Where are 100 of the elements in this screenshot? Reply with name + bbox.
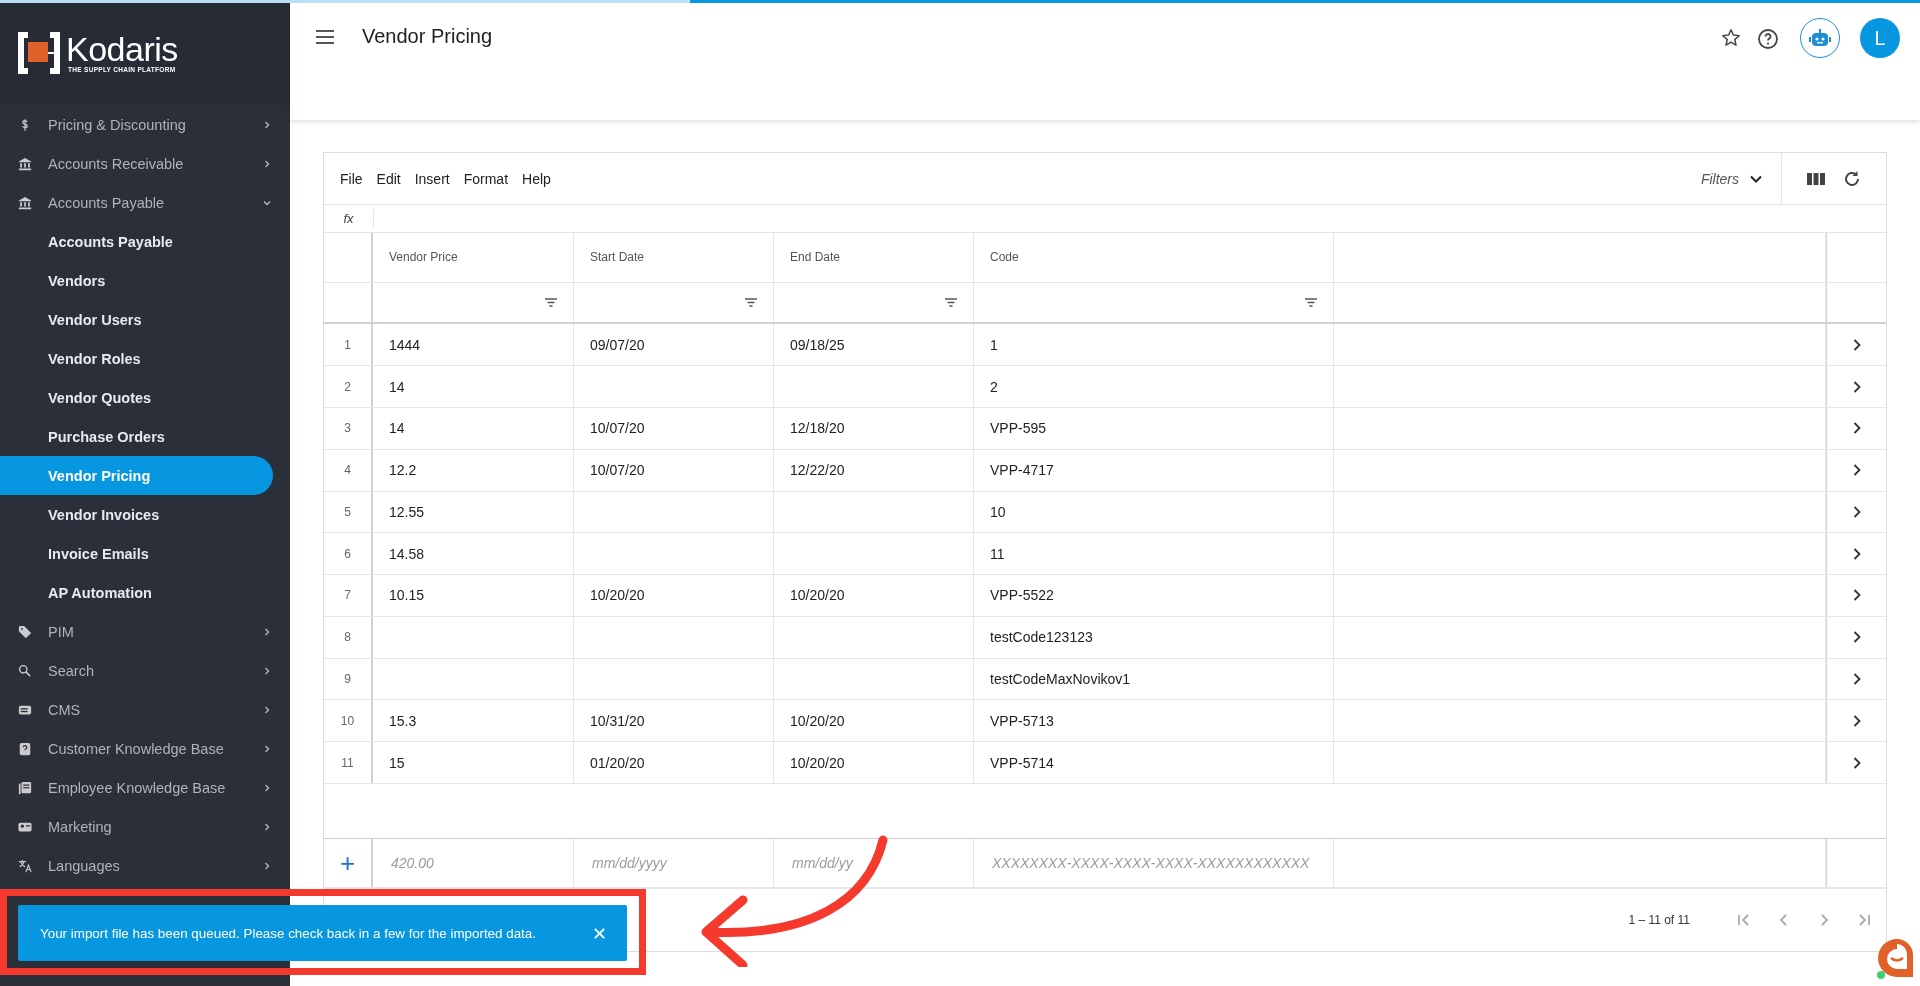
bank-icon <box>18 156 32 171</box>
row-number: 8 <box>344 630 351 645</box>
table-cell: 09/07/20 <box>590 336 645 353</box>
table-cell: 15 <box>389 754 405 771</box>
table-cell: 14 <box>389 420 405 437</box>
row-number: 1 <box>344 337 351 352</box>
logo-icon <box>18 31 60 74</box>
menu-item[interactable]: File <box>340 170 363 187</box>
nav-item[interactable]: Vendor Quotes <box>0 378 273 417</box>
translate-icon <box>18 858 32 873</box>
chevron-right-icon[interactable] <box>1851 588 1862 603</box>
nav-item[interactable]: Vendor Roles <box>0 339 273 378</box>
column-header[interactable]: Code <box>990 250 1019 265</box>
chevron-right-icon[interactable] <box>1851 755 1862 770</box>
filter-icon[interactable] <box>945 298 957 307</box>
nav-group-item[interactable]: Marketing <box>0 807 290 846</box>
table-cell: 10/20/20 <box>790 712 845 729</box>
nav-item[interactable]: Vendors <box>0 261 273 300</box>
table-cell: 10/07/20 <box>590 462 645 479</box>
table-cell: 12.2 <box>389 462 417 479</box>
toast-message: Your import file has been queued. Please check back in a few for the imported data. <box>40 925 537 941</box>
nav-group-item[interactable]: Languages <box>0 846 290 885</box>
nav-group-item[interactable]: Search <box>0 651 290 690</box>
menu-item[interactable]: Insert <box>414 170 450 187</box>
search-icon <box>18 663 32 678</box>
columns-icon[interactable] <box>1806 170 1826 187</box>
table-cell: 01/20/20 <box>590 754 645 771</box>
chevron-right-icon[interactable] <box>1851 630 1862 645</box>
table-cell: 10/20/20 <box>790 587 845 604</box>
row-number: 10 <box>340 713 355 728</box>
bank-icon <box>18 195 32 210</box>
menu-item[interactable]: Help <box>522 170 551 187</box>
filter-icon[interactable] <box>545 298 557 307</box>
book-icon <box>18 780 32 795</box>
column-header[interactable]: End Date <box>790 250 841 265</box>
nav-group-item[interactable]: PIM <box>0 612 290 651</box>
table-cell: VPP-5714 <box>990 754 1054 771</box>
nav-group-item[interactable]: Employee Knowledge Base <box>0 768 290 807</box>
row-number: 11 <box>341 755 354 770</box>
row-number: 9 <box>344 672 351 686</box>
row-number: 2 <box>344 379 351 394</box>
table-cell: 10/07/20 <box>590 420 645 437</box>
menu-icon[interactable] <box>316 30 334 44</box>
row-number: 4 <box>344 463 351 478</box>
chevron-down-icon <box>1749 173 1763 184</box>
table-cell: testCode123123 <box>990 629 1093 646</box>
input-field[interactable]: 420.00 <box>389 854 557 873</box>
filter-icon[interactable] <box>1305 298 1317 307</box>
row-number: 6 <box>344 546 351 561</box>
column-header[interactable]: Start Date <box>590 250 645 265</box>
table-cell: 12/18/20 <box>790 420 845 437</box>
chevron-right-icon[interactable] <box>1851 672 1862 686</box>
add-row-button[interactable]: + <box>333 850 362 877</box>
star-icon[interactable] <box>1720 27 1742 49</box>
table-cell: 14 <box>389 378 405 395</box>
refresh-icon[interactable] <box>1842 168 1862 189</box>
chevron-right-icon[interactable] <box>1851 337 1862 352</box>
chevron-right-icon[interactable] <box>1851 713 1862 728</box>
filter-icon[interactable] <box>745 298 757 307</box>
input-field[interactable]: XXXXXXXX-XXXX-XXXX-XXXX-XXXXXXXXXXXX <box>990 854 1317 873</box>
row-number: 3 <box>344 421 351 436</box>
nav-item[interactable]: Purchase Orders <box>0 417 273 456</box>
menu-item[interactable]: Format <box>463 170 509 187</box>
assistant-button[interactable] <box>1800 18 1840 58</box>
logo-wordmark: Kodaris <box>66 32 178 66</box>
nav-item[interactable]: AP Automation <box>0 573 273 612</box>
nav-item[interactable]: Vendor Invoices <box>0 495 273 534</box>
table-cell: VPP-5522 <box>990 587 1054 604</box>
nav-item[interactable]: Vendor Users <box>0 300 273 339</box>
help-icon[interactable] <box>1756 27 1780 51</box>
tag-icon <box>18 624 32 639</box>
filters-dropdown[interactable]: Filters <box>1700 170 1781 187</box>
table-cell: VPP-5713 <box>990 712 1054 729</box>
chevron-right-icon[interactable] <box>1851 379 1862 394</box>
table-cell: 2 <box>990 378 998 395</box>
page-title: Vendor Pricing <box>362 25 493 48</box>
menu-item[interactable]: Edit <box>376 170 401 187</box>
robot-icon <box>1809 28 1831 48</box>
chevron-right-icon[interactable] <box>1851 546 1862 561</box>
table-cell: 10.15 <box>389 587 425 604</box>
nav-group-item[interactable]: Accounts Payable <box>0 183 290 222</box>
chevron-right-icon[interactable] <box>1851 463 1862 478</box>
question-icon <box>18 741 32 756</box>
chevron-right-icon[interactable] <box>1851 504 1862 519</box>
column-header[interactable]: Vendor Price <box>389 250 458 265</box>
pagination-range: 1 – 11 of 11 <box>1628 913 1690 928</box>
input-field[interactable]: mm/dd/yyyy <box>590 854 757 873</box>
nav-group-item[interactable]: CMS <box>0 690 290 729</box>
table-cell: 10/20/20 <box>790 754 845 771</box>
table-cell: 10 <box>990 503 1006 520</box>
chevron-right-icon[interactable] <box>1851 421 1862 436</box>
input-field[interactable]: mm/dd/yy <box>790 854 957 873</box>
nav-group-item[interactable]: Pricing & Discounting <box>0 105 290 144</box>
table-cell: testCodeMaxNovikov1 <box>990 671 1131 687</box>
nav-item[interactable]: Invoice Emails <box>0 534 273 573</box>
table-cell: 09/18/25 <box>790 336 845 353</box>
nav-group-item[interactable]: Accounts Receivable <box>0 144 290 183</box>
formula-label: fx <box>342 210 355 226</box>
nav-group-item[interactable]: Customer Knowledge Base <box>0 729 290 768</box>
nav-item[interactable]: Accounts Payable <box>0 222 273 261</box>
